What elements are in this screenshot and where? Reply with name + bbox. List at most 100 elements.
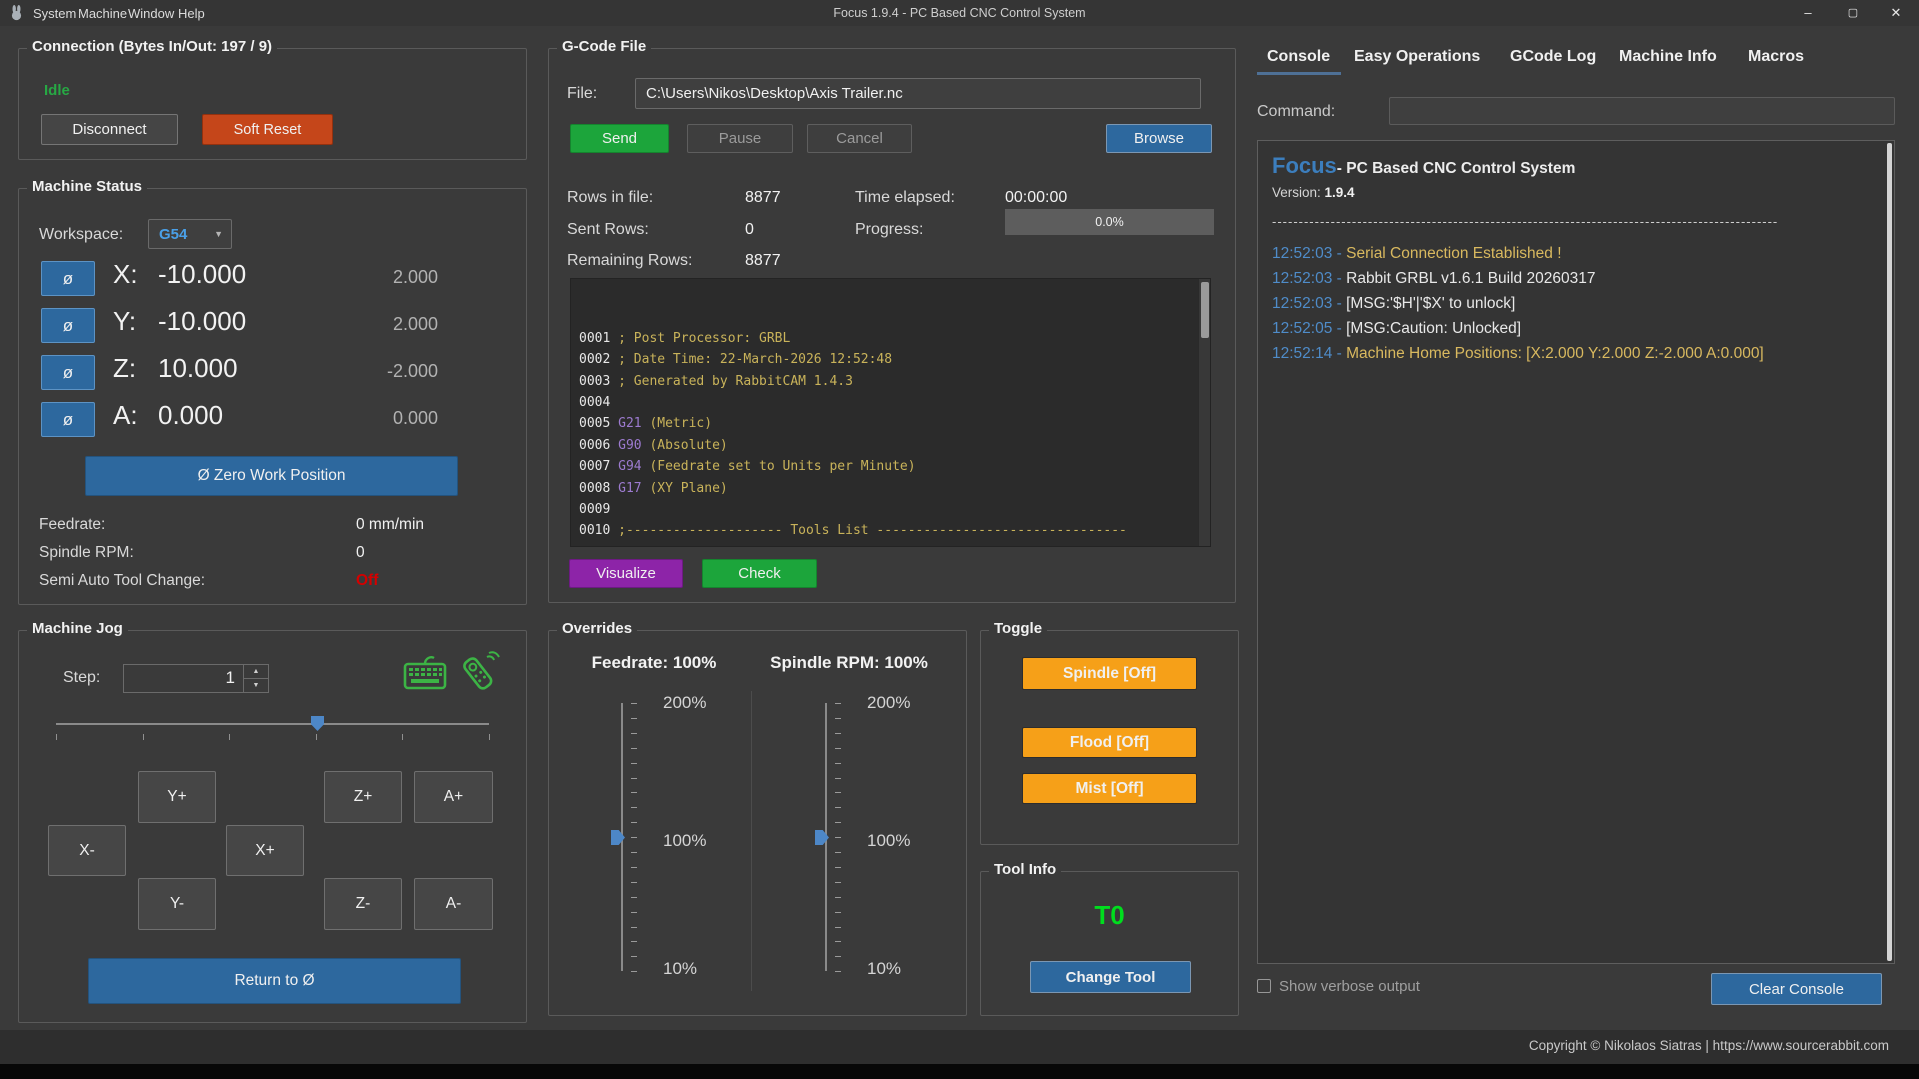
file-path-input[interactable]: C:\Users\Nikos\Desktop\Axis Trailer.nc <box>635 78 1201 109</box>
spindle-rpm-value: 0 <box>356 544 365 562</box>
spindle-scale-mid: 100% <box>867 831 910 851</box>
return-to-zero-button[interactable]: Return to Ø <box>88 958 461 1004</box>
gcode-line: 0010 ;-------------------- Tools List --… <box>579 520 1210 541</box>
zero-work-position-button[interactable]: Ø Zero Work Position <box>85 456 458 496</box>
menu-system[interactable]: System <box>33 6 76 21</box>
flood-toggle-button[interactable]: Flood [Off] <box>1022 727 1197 758</box>
zero-a-button[interactable]: ø <box>41 402 95 437</box>
verbose-checkbox-label: Show verbose output <box>1279 978 1420 995</box>
tool-info-panel-title: Tool Info <box>989 861 1061 878</box>
jog-slider-tick <box>489 734 490 740</box>
workspace-label: Workspace: <box>39 226 123 244</box>
axis-y-label: Y: <box>113 306 136 337</box>
visualize-button[interactable]: Visualize <box>569 559 683 588</box>
toggle-panel-title: Toggle <box>989 620 1047 637</box>
spindle-toggle-button[interactable]: Spindle [Off] <box>1022 657 1197 690</box>
jog-y-minus-button[interactable]: Y- <box>138 878 216 930</box>
override-slider-tick <box>835 837 841 838</box>
override-slider-tick <box>835 912 841 913</box>
console-log-line: 12:52:03 - [MSG:'$H'|'$X' to unlock] <box>1272 291 1880 316</box>
gcode-editor-scrollbar-thumb[interactable] <box>1201 282 1209 338</box>
clear-console-button[interactable]: Clear Console <box>1711 973 1882 1005</box>
tab-gcode-log[interactable]: GCode Log <box>1510 48 1596 66</box>
pause-button[interactable]: Pause <box>687 124 793 153</box>
axis-x-machine-position: 2.000 <box>356 267 438 288</box>
tab-macros[interactable]: Macros <box>1748 48 1804 66</box>
override-slider-tick <box>835 956 841 957</box>
disconnect-button[interactable]: Disconnect <box>41 114 178 145</box>
close-icon[interactable]: ✕ <box>1881 4 1911 22</box>
tab-easy-operations[interactable]: Easy Operations <box>1354 48 1480 66</box>
semi-auto-tool-change-label: Semi Auto Tool Change: <box>39 572 205 590</box>
console-log-line: 12:52:03 - Serial Connection Established… <box>1272 241 1880 266</box>
zero-y-button[interactable]: ø <box>41 308 95 343</box>
override-slider-tick <box>835 867 841 868</box>
machine-status-panel-title: Machine Status <box>27 178 147 195</box>
menu-help[interactable]: Help <box>178 6 205 21</box>
verbose-checkbox[interactable] <box>1257 979 1271 993</box>
axis-a-machine-position: 0.000 <box>356 408 438 429</box>
send-button[interactable]: Send <box>570 124 669 153</box>
jog-x-minus-button[interactable]: X- <box>48 825 126 876</box>
menu-window[interactable]: Window <box>128 6 174 21</box>
feedrate-value: 0 mm/min <box>356 516 424 534</box>
jog-a-plus-button[interactable]: A+ <box>414 771 493 823</box>
rows-in-file-value: 8877 <box>745 189 781 207</box>
cancel-button[interactable]: Cancel <box>807 124 912 153</box>
console-header: Focus - PC Based CNC Control System <box>1272 153 1880 179</box>
override-slider-tick <box>835 703 841 704</box>
spinner-down-icon[interactable]: ▼ <box>244 679 268 692</box>
progress-label: Progress: <box>855 221 923 239</box>
remaining-rows-label: Remaining Rows: <box>567 252 692 270</box>
gcode-editor[interactable]: 0001 ; Post Processor: GRBL0002 ; Date T… <box>570 278 1211 547</box>
change-tool-button[interactable]: Change Tool <box>1030 961 1191 993</box>
maximize-icon[interactable]: ▢ <box>1838 4 1868 22</box>
step-input[interactable]: 1 ▲ ▼ <box>123 664 269 693</box>
jog-slider-tick <box>56 734 57 740</box>
overrides-panel: Overrides Feedrate: 100% Spindle RPM: 10… <box>548 630 967 1016</box>
remote-pendant-icon[interactable] <box>453 645 505 702</box>
tab-console[interactable]: Console <box>1267 48 1330 66</box>
gcode-line: 0006 G90 (Absolute) <box>579 435 1210 456</box>
jog-step-slider-thumb[interactable] <box>311 716 324 731</box>
app-window: System Machine Window Help Focus 1.9.4 -… <box>0 0 1919 1079</box>
spinner-up-icon[interactable]: ▲ <box>244 665 268 679</box>
console-output[interactable]: Focus - PC Based CNC Control System Vers… <box>1257 140 1895 964</box>
step-spinner[interactable]: ▲ ▼ <box>243 665 268 692</box>
minimize-icon[interactable]: – <box>1793 4 1823 22</box>
gcode-line: 0008 G17 (XY Plane) <box>579 478 1210 499</box>
menu-machine[interactable]: Machine <box>78 6 127 21</box>
override-slider-tick <box>835 822 841 823</box>
override-slider-tick <box>631 941 637 942</box>
keyboard-icon[interactable] <box>401 654 449 697</box>
gcode-file-panel-title: G-Code File <box>557 38 651 55</box>
mist-toggle-button[interactable]: Mist [Off] <box>1022 773 1197 804</box>
jog-z-plus-button[interactable]: Z+ <box>324 771 402 823</box>
console-scrollbar[interactable] <box>1887 143 1892 961</box>
workspace-dropdown[interactable]: G54 ▼ <box>148 219 232 249</box>
zero-z-button[interactable]: ø <box>41 355 95 390</box>
progress-value: 0.0% <box>1095 215 1124 229</box>
check-button[interactable]: Check <box>702 559 817 588</box>
zero-x-button[interactable]: ø <box>41 261 95 296</box>
override-slider-tick <box>631 867 637 868</box>
gcode-line: 0001 ; Post Processor: GRBL <box>579 328 1210 349</box>
jog-a-minus-button[interactable]: A- <box>414 878 493 930</box>
tab-machine-info[interactable]: Machine Info <box>1619 48 1717 66</box>
override-slider-tick <box>631 956 637 957</box>
rows-in-file-label: Rows in file: <box>567 189 653 207</box>
axis-a-work-position: 0.000 <box>158 400 223 431</box>
gcode-editor-scrollbar[interactable] <box>1198 279 1210 546</box>
jog-x-plus-button[interactable]: X+ <box>226 825 304 876</box>
axis-z-label: Z: <box>113 353 136 384</box>
axis-y-work-position: -10.000 <box>158 306 246 337</box>
gcode-line: 0003 ; Generated by RabbitCAM 1.4.3 <box>579 371 1210 392</box>
soft-reset-button[interactable]: Soft Reset <box>202 114 333 145</box>
console-log-line: 12:52:05 - [MSG:Caution: Unlocked] <box>1272 316 1880 341</box>
browse-button[interactable]: Browse <box>1106 124 1212 153</box>
jog-z-minus-button[interactable]: Z- <box>324 878 402 930</box>
axis-a-label: A: <box>113 400 138 431</box>
jog-step-slider[interactable] <box>56 723 489 725</box>
jog-y-plus-button[interactable]: Y+ <box>138 771 216 823</box>
command-input[interactable] <box>1389 97 1895 125</box>
